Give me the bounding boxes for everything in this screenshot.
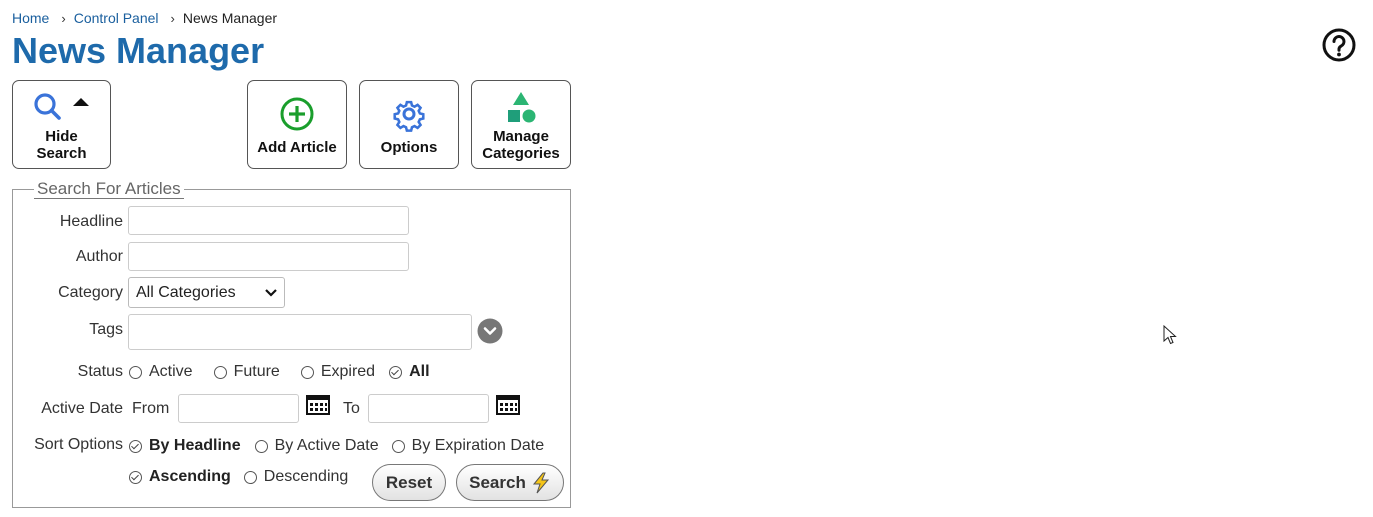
add-article-button[interactable]: Add Article (247, 80, 347, 169)
sort-by-active-date-radio[interactable]: By Active Date (254, 437, 379, 455)
tags-label: Tags (89, 321, 123, 338)
status-options: Active Future Expired All (129, 363, 430, 381)
gear-icon (393, 100, 425, 132)
chevron-right-icon: › (170, 10, 175, 26)
from-label: From (132, 400, 170, 417)
manage-categories-label-line2: Categories (482, 144, 560, 162)
lightning-bolt-icon (532, 472, 549, 493)
add-article-label: Add Article (257, 138, 337, 156)
sort-field-options: By Headline By Active Date By Expiration… (129, 437, 544, 455)
tags-input[interactable] (128, 314, 472, 350)
headline-input[interactable] (128, 206, 409, 235)
breadcrumb-control-panel-link[interactable]: Control Panel (74, 10, 159, 26)
shapes-icon (508, 91, 536, 122)
manage-categories-label-line1: Manage (493, 127, 549, 145)
author-label: Author (75, 248, 123, 265)
manage-categories-button[interactable]: Manage Categories (471, 80, 571, 169)
category-select[interactable]: All Categories (128, 277, 285, 308)
chevron-down-circle-icon[interactable] (477, 318, 503, 344)
breadcrumb-home-link[interactable]: Home (12, 10, 49, 26)
calendar-icon[interactable] (496, 395, 520, 415)
hide-search-button[interactable]: Hide Search (12, 80, 111, 169)
status-label: Status (77, 363, 123, 380)
question-circle-icon[interactable] (1322, 28, 1356, 62)
search-button-label: Search (469, 472, 526, 492)
author-input[interactable] (128, 242, 409, 271)
from-date-input[interactable] (178, 394, 299, 423)
page-title: News Manager (12, 30, 265, 71)
headline-label: Headline (59, 213, 123, 230)
status-active-radio[interactable]: Active (129, 363, 193, 381)
hide-search-label-line1: Hide (45, 127, 78, 145)
status-all-radio[interactable]: All (389, 363, 430, 381)
chevron-down-icon (265, 288, 277, 297)
sort-options-label: Sort Options (34, 436, 123, 453)
active-date-label: Active Date (41, 400, 123, 417)
plus-circle-icon (280, 97, 314, 130)
hide-search-label-line2: Search (36, 144, 87, 162)
search-legend: Search For Articles (34, 180, 184, 199)
calendar-icon[interactable] (306, 395, 330, 415)
to-date-input[interactable] (368, 394, 489, 423)
category-label: Category (58, 284, 123, 301)
options-button[interactable]: Options (359, 80, 459, 169)
options-label: Options (380, 138, 438, 156)
to-label: To (343, 400, 360, 417)
category-selected-value: All Categories (136, 283, 236, 301)
reset-button[interactable]: Reset (372, 464, 446, 501)
search-button[interactable]: Search (456, 464, 564, 501)
sort-by-headline-radio[interactable]: By Headline (129, 437, 241, 455)
descending-radio[interactable]: Descending (243, 468, 348, 486)
sort-by-expiration-date-radio[interactable]: By Expiration Date (391, 437, 544, 455)
status-expired-radio[interactable]: Expired (300, 363, 375, 381)
breadcrumb-current: News Manager (182, 10, 278, 26)
mouse-cursor-icon (1163, 325, 1177, 345)
status-future-radio[interactable]: Future (213, 363, 280, 381)
chevron-right-icon: › (61, 10, 66, 26)
caret-up-icon (73, 98, 89, 106)
breadcrumb: Home › Control Panel › News Manager (12, 10, 277, 26)
ascending-radio[interactable]: Ascending (129, 468, 231, 486)
sort-order-options: Ascending Descending (129, 468, 348, 486)
